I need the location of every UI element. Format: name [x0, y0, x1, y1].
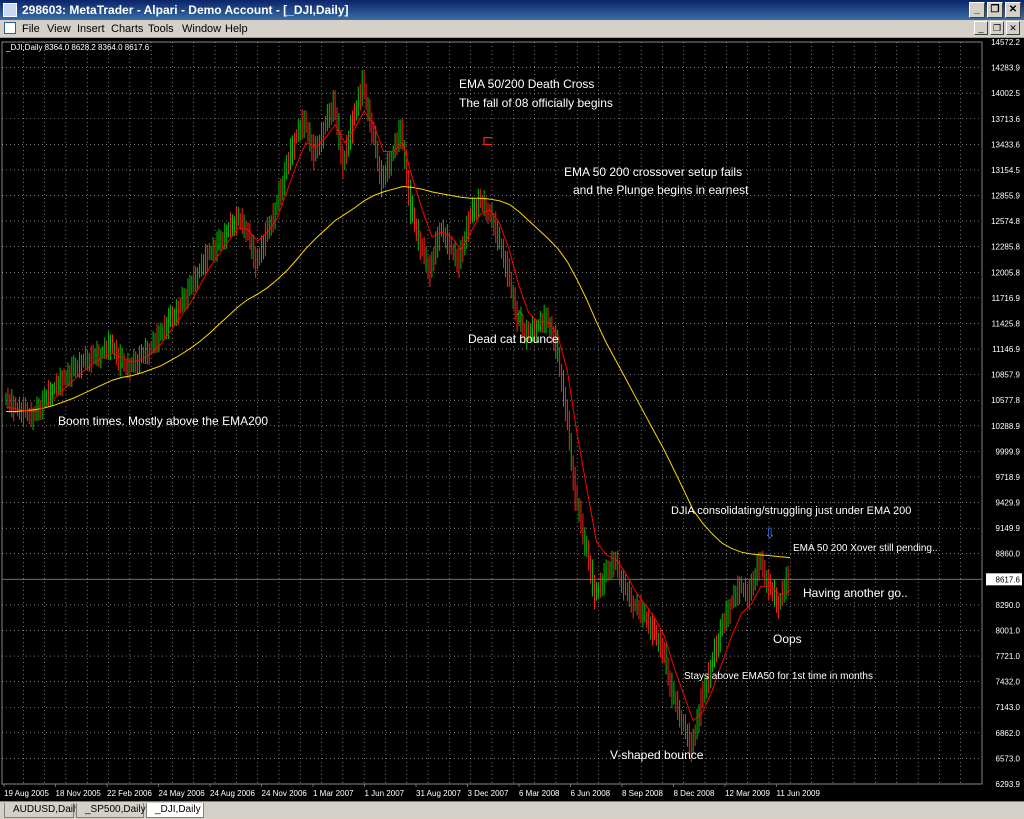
- chart-window-icon[interactable]: [4, 22, 16, 34]
- x-tick-label: 11 Jun 2009: [777, 789, 821, 798]
- y-tick-label: 13713.6: [991, 115, 1020, 124]
- y-tick-label: 6293.9: [996, 780, 1021, 789]
- x-tick-label: 1 Jun 2007: [365, 789, 405, 798]
- y-tick-label: 9718.9: [996, 473, 1021, 482]
- y-tick-label: 8001.0: [996, 626, 1021, 635]
- menu-view[interactable]: View: [47, 23, 71, 35]
- menu-insert[interactable]: Insert: [77, 23, 105, 35]
- y-tick-label: 12855.9: [991, 192, 1020, 201]
- x-tick-label: 1 Mar 2007: [313, 789, 354, 798]
- x-tick-label: 6 Mar 2008: [519, 789, 560, 798]
- menu-file[interactable]: File: [22, 23, 40, 35]
- y-tick-label: 7721.0: [996, 652, 1021, 661]
- chart-annotation: DJIA consolidating/struggling just under…: [671, 505, 911, 517]
- y-tick-label: 9999.9: [996, 447, 1021, 456]
- menu-charts[interactable]: Charts: [111, 23, 143, 35]
- y-tick-label: 12005.8: [991, 268, 1020, 277]
- y-tick-label: 12574.8: [991, 217, 1020, 226]
- y-tick-label: 12285.8: [991, 243, 1020, 252]
- y-tick-label: 6862.0: [996, 729, 1021, 738]
- y-tick-label: 14002.5: [991, 89, 1020, 98]
- y-tick-label: 13433.6: [991, 140, 1020, 149]
- chart-annotation: Stays above EMA50 for 1st time in months: [684, 671, 873, 682]
- chart-annotation: EMA 50/200 Death Cross: [459, 77, 594, 91]
- x-tick-label: 8 Dec 2008: [674, 789, 715, 798]
- chart-info-label: _DJI,Daily 8364.0 8628.2 8364.0 8617.6: [5, 43, 150, 52]
- x-tick-label: 24 Nov 2006: [262, 789, 308, 798]
- close-button[interactable]: ✕: [1005, 2, 1021, 18]
- death-cross-marker: ⊏: [482, 133, 494, 149]
- y-tick-label: 9429.9: [996, 499, 1021, 508]
- chart-annotation: The fall of 08 officially begins: [459, 96, 613, 110]
- tab-dji[interactable]: _DJI,Daily: [146, 803, 204, 818]
- chart-canvas[interactable]: 14572.2 14283.9 14002.5 13713.6 13433.6 13154…: [0, 38, 1024, 801]
- price-chart[interactable]: 14572.2 14283.9 14002.5 13713.6 13433.6 13154…: [0, 38, 1024, 801]
- x-tick-label: 24 May 2006: [159, 789, 206, 798]
- ema200-line: [6, 185, 791, 559]
- mdi-restore-button[interactable]: ❐: [990, 21, 1004, 35]
- x-tick-label: 19 Aug 2005: [4, 789, 49, 798]
- window-title: 298603: MetaTrader - Alpari - Demo Accou…: [22, 3, 349, 17]
- y-tick-label: 14283.9: [991, 64, 1020, 73]
- menu-tools[interactable]: Tools: [148, 23, 174, 35]
- mdi-minimize-button[interactable]: _: [974, 21, 988, 35]
- tab-audusd[interactable]: AUDUSD,Daily: [4, 803, 80, 818]
- y-tick-label: 10577.8: [991, 396, 1020, 405]
- chart-annotation: Boom times. Mostly above the EMA200: [58, 414, 268, 428]
- x-tick-label: 12 Mar 2009: [725, 789, 770, 798]
- mdi-close-button[interactable]: ✕: [1006, 21, 1020, 35]
- menu-window[interactable]: Window: [182, 23, 221, 35]
- x-tick-label: 22 Feb 2006: [107, 789, 152, 798]
- y-tick-label: 10857.9: [991, 371, 1020, 380]
- y-tick-label: 7432.0: [996, 678, 1021, 687]
- chart-annotation: and the Plunge begins in earnest: [573, 183, 749, 197]
- y-tick-label: 7143.0: [996, 703, 1021, 712]
- y-tick-label: 8290.0: [996, 601, 1021, 610]
- x-tick-label: 18 Nov 2005: [56, 789, 102, 798]
- y-tick-label: 13154.5: [991, 166, 1020, 175]
- chart-annotation: Having another go..: [803, 586, 908, 600]
- y-tick-label: 14572.2: [991, 38, 1020, 47]
- chart-annotation: Dead cat bounce: [468, 332, 559, 346]
- menu-bar: File View Insert Charts Tools Window Hel…: [0, 20, 1024, 38]
- maximize-button[interactable]: ❐: [987, 2, 1003, 18]
- y-tick-label: 6573.0: [996, 754, 1021, 763]
- y-tick-label: 8860.0: [996, 550, 1021, 559]
- xover-marker: ⇩: [764, 526, 776, 542]
- app-icon: [3, 3, 17, 17]
- window-titlebar: 298603: MetaTrader - Alpari - Demo Accou…: [0, 0, 1024, 20]
- menu-help[interactable]: Help: [225, 23, 248, 35]
- x-tick-label: 31 Aug 2007: [416, 789, 461, 798]
- chart-annotation: Oops: [773, 632, 802, 646]
- chart-annotation: EMA 50 200 crossover setup fails: [564, 165, 742, 179]
- chart-tab-bar: AUDUSD,Daily _SP500,Daily _DJI,Daily: [0, 801, 1024, 819]
- current-price-label: 8617.6: [996, 575, 1021, 584]
- minimize-button[interactable]: _: [969, 2, 985, 18]
- chart-annotation: V-shaped bounce: [610, 748, 704, 762]
- y-tick-label: 9149.9: [996, 524, 1021, 533]
- x-tick-label: 6 Jun 2008: [571, 789, 611, 798]
- x-tick-label: 24 Aug 2006: [210, 789, 255, 798]
- y-tick-label: 11716.9: [992, 294, 1021, 303]
- tab-sp500[interactable]: _SP500,Daily: [76, 803, 146, 818]
- x-tick-label: 8 Sep 2008: [622, 789, 663, 798]
- y-tick-label: 10288.9: [991, 422, 1020, 431]
- y-tick-label: 11425.8: [992, 319, 1021, 328]
- x-tick-label: 3 Dec 2007: [468, 789, 509, 798]
- bounce-marker: ⇧: [514, 310, 526, 326]
- y-tick-label: 11146.9: [992, 345, 1020, 354]
- chart-annotation: EMA 50 200 Xover still pending..: [793, 543, 938, 554]
